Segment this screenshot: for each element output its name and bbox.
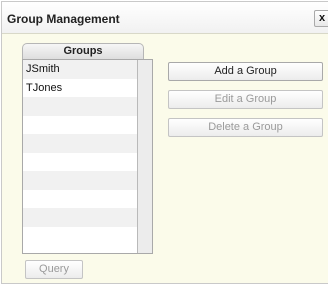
list-item[interactable] — [23, 116, 137, 135]
groups-list[interactable]: JSmith TJones — [22, 59, 153, 254]
tab-groups[interactable]: Groups — [22, 43, 144, 59]
edit-group-button[interactable]: Edit a Group — [168, 90, 323, 109]
list-item[interactable]: TJones — [23, 79, 137, 98]
list-item-label: TJones — [26, 81, 63, 94]
add-group-button[interactable]: Add a Group — [168, 62, 323, 81]
list-scrollbar[interactable] — [137, 60, 152, 253]
list-item[interactable] — [23, 171, 137, 190]
query-button[interactable]: Query — [25, 260, 83, 279]
list-item[interactable] — [23, 227, 137, 246]
close-button[interactable]: x — [314, 10, 328, 27]
list-item-label: JSmith — [26, 63, 60, 75]
close-icon: x — [319, 12, 326, 24]
groups-list-rows: JSmith TJones — [23, 60, 137, 245]
list-item[interactable] — [23, 97, 137, 116]
list-item[interactable] — [23, 208, 137, 227]
window-title: Group Management — [7, 12, 120, 26]
group-management-window: Group Management x Groups JSmith TJones … — [1, 1, 328, 284]
list-item[interactable] — [23, 190, 137, 209]
title-bar: Group Management x — [2, 2, 328, 34]
list-item[interactable]: JSmith — [23, 60, 137, 79]
list-item[interactable] — [23, 153, 137, 172]
delete-group-button[interactable]: Delete a Group — [168, 118, 323, 137]
list-item[interactable] — [23, 134, 137, 153]
